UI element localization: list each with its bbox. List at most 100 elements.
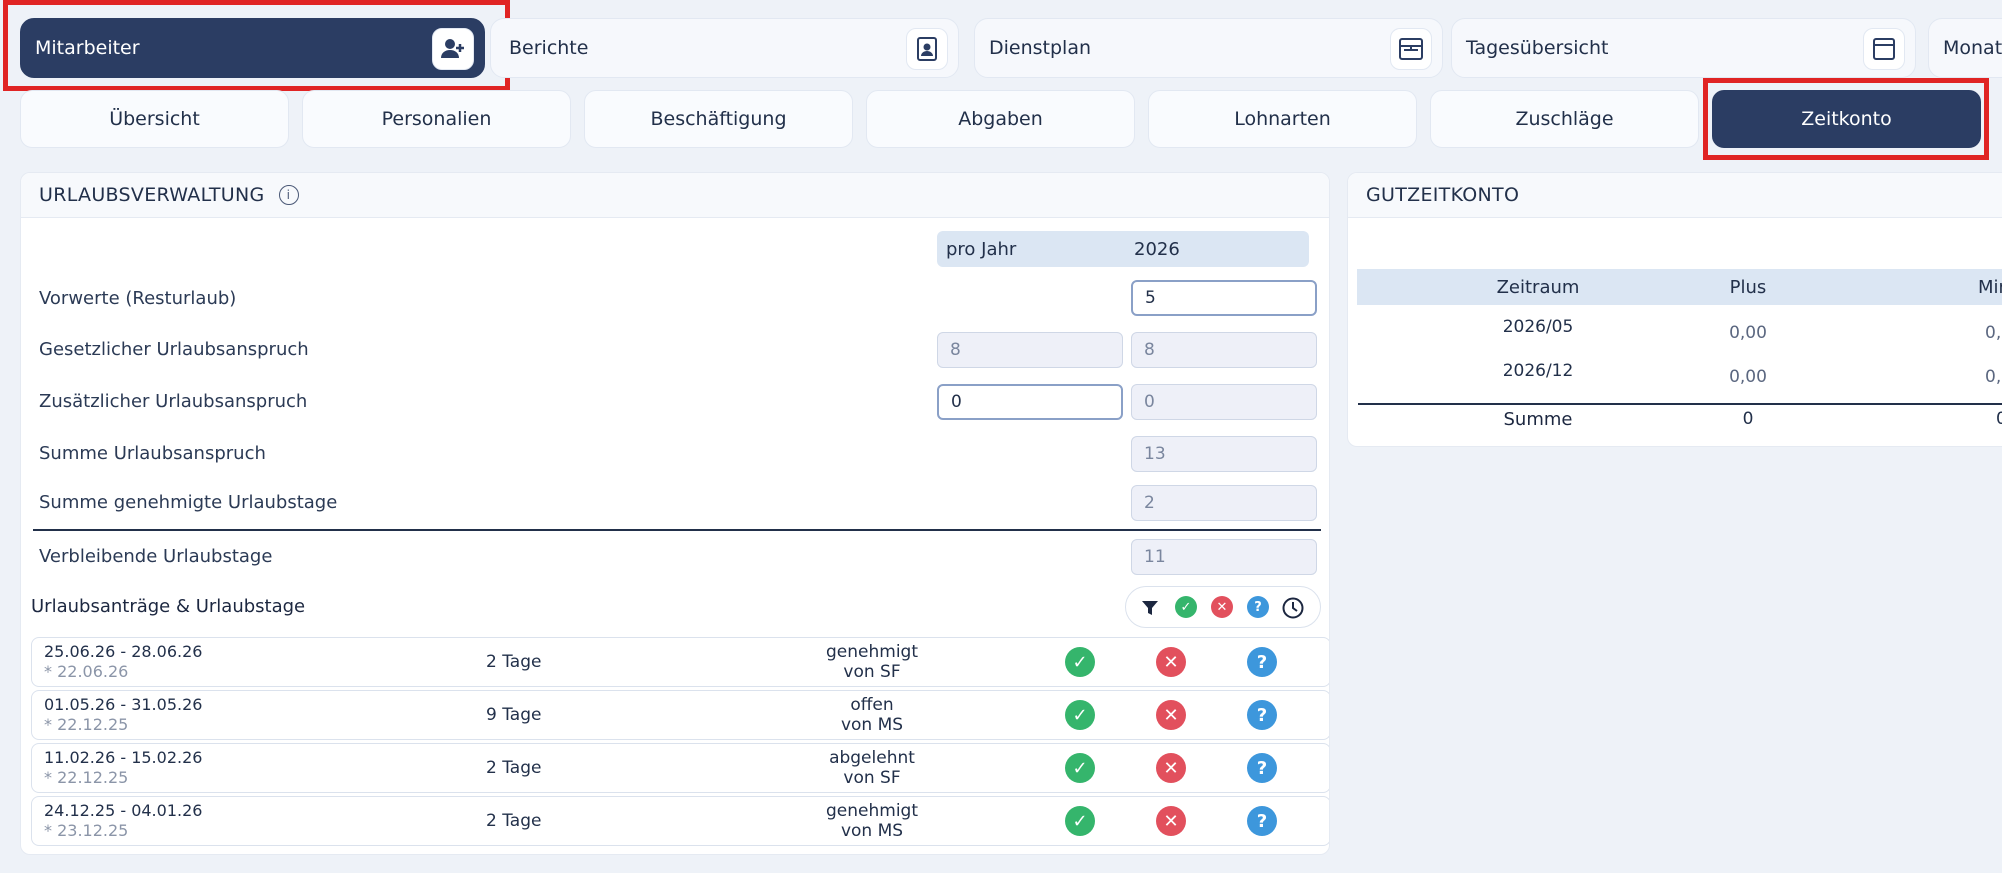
- label-vorwerte: Vorwerte (Resturlaub): [39, 288, 237, 309]
- request-created: * 22.06.26: [44, 662, 129, 681]
- tab-label: Übersicht: [109, 108, 200, 130]
- request-range: 24.12.25 - 04.01.26: [44, 801, 203, 820]
- col-minus: Min: [1978, 277, 2002, 298]
- document-user-icon: [906, 28, 948, 70]
- sum-divider: [1358, 403, 2002, 405]
- request-status: genehmigt von MS: [772, 801, 972, 841]
- nav-tagesuebersicht-label: Tagesübersicht: [1466, 37, 1609, 59]
- approve-button[interactable]: ✓: [1065, 647, 1095, 677]
- question-button[interactable]: ?: [1247, 700, 1277, 730]
- request-created: * 22.12.25: [44, 768, 129, 787]
- filter-icon[interactable]: [1140, 598, 1160, 622]
- nav-dienstplan-label: Dienstplan: [989, 37, 1092, 59]
- request-approver: von MS: [840, 821, 904, 841]
- request-dates: 11.02.26 - 15.02.26 * 22.12.25: [44, 748, 202, 788]
- tab-label: Personalien: [381, 108, 492, 130]
- vorwerte-year-input[interactable]: 5: [1131, 280, 1317, 316]
- requests-title: Urlaubsanträge & Urlaubstage: [31, 596, 306, 617]
- filter-open-icon[interactable]: ?: [1247, 596, 1269, 618]
- sum-plus: 0: [1742, 409, 1754, 429]
- nav-dienstplan[interactable]: Dienstplan: [974, 18, 1443, 78]
- approve-button[interactable]: ✓: [1065, 806, 1095, 836]
- requests-filter-bar: ✓ ✕ ?: [1125, 586, 1321, 628]
- gutzeitkonto-panel: GUTZEITKONTO Zeitraum Plus Min 2026/05 0…: [1347, 172, 2002, 447]
- sum-label: Summe: [1503, 409, 1573, 430]
- genehmigt-year-field: 2: [1131, 485, 1317, 521]
- tab-zuschlaege[interactable]: Zuschläge: [1430, 90, 1699, 148]
- info-icon[interactable]: i: [278, 185, 299, 205]
- request-status: offen von MS: [772, 695, 972, 735]
- tab-label: Abgaben: [958, 108, 1043, 130]
- request-approver: von SF: [843, 768, 901, 788]
- highlight-zeitkonto: [1703, 78, 1989, 160]
- tab-beschaeftigung[interactable]: Beschäftigung: [584, 90, 853, 148]
- plus-cell: 0,00: [1729, 323, 1767, 343]
- request-status-label: genehmigt: [826, 642, 918, 662]
- approve-button[interactable]: ✓: [1065, 753, 1095, 783]
- tab-personalien[interactable]: Personalien: [302, 90, 571, 148]
- verbleibend-year-field: 11: [1131, 539, 1317, 575]
- request-days: 2 Tage: [486, 811, 542, 831]
- minus-cell: 0,0: [1985, 367, 2002, 387]
- tab-uebersicht[interactable]: Übersicht: [20, 90, 289, 148]
- request-row[interactable]: 01.05.26 - 31.05.26 * 22.12.25 9 Tage off…: [31, 690, 1329, 740]
- schedule-icon: [1390, 28, 1432, 70]
- request-created: * 22.12.25: [44, 715, 129, 734]
- tab-label: Zuschläge: [1515, 108, 1614, 130]
- plus-cell: 0,00: [1729, 367, 1767, 387]
- label-zusaetzlich: Zusätzlicher Urlaubsanspruch: [39, 391, 308, 412]
- reject-button[interactable]: ✕: [1156, 753, 1186, 783]
- label-verbleibend: Verbleibende Urlaubstage: [39, 546, 273, 567]
- filter-approved-icon[interactable]: ✓: [1175, 596, 1197, 618]
- label-genehmigt: Summe genehmigte Urlaubstage: [39, 492, 338, 513]
- filter-rejected-icon[interactable]: ✕: [1211, 596, 1233, 618]
- nav-berichte-label: Berichte: [509, 37, 589, 59]
- column-pro-jahr: pro Jahr: [946, 239, 1017, 260]
- request-created: * 23.12.25: [44, 821, 129, 840]
- request-row[interactable]: 24.12.25 - 04.01.26 * 23.12.25 2 Tage gen…: [31, 796, 1329, 846]
- request-dates: 25.06.26 - 28.06.26 * 22.06.26: [44, 642, 202, 682]
- zusaetzlich-per-year-input[interactable]: 0: [937, 384, 1123, 420]
- panel-title: GUTZEITKONTO: [1366, 184, 1520, 206]
- nav-monatsuebersicht-label: Monatsü: [1943, 37, 2002, 59]
- nav-monatsuebersicht[interactable]: Monatsü: [1928, 18, 2002, 78]
- sum-minus: 0: [1996, 409, 2002, 429]
- request-days: 9 Tage: [486, 705, 542, 725]
- gesetzlich-per-year-field: 8: [937, 332, 1123, 368]
- label-gesetzlich: Gesetzlicher Urlaubsanspruch: [39, 339, 309, 360]
- request-status-label: genehmigt: [826, 801, 918, 821]
- question-button[interactable]: ?: [1247, 647, 1277, 677]
- approve-button[interactable]: ✓: [1065, 700, 1095, 730]
- request-approver: von MS: [840, 715, 904, 735]
- calendar-day-icon: [1863, 28, 1905, 70]
- minus-cell: 0,0: [1985, 323, 2002, 343]
- request-dates: 24.12.25 - 04.01.26 * 23.12.25: [44, 801, 202, 841]
- request-range: 11.02.26 - 15.02.26: [44, 748, 203, 767]
- label-summe: Summe Urlaubsanspruch: [39, 443, 266, 464]
- request-days: 2 Tage: [486, 652, 542, 672]
- panel-title: URLAUBSVERWALTUNG: [39, 184, 265, 206]
- divider: [33, 529, 1321, 531]
- col-plus: Plus: [1729, 277, 1767, 298]
- tab-label: Beschäftigung: [650, 108, 787, 130]
- tab-abgaben[interactable]: Abgaben: [866, 90, 1135, 148]
- gutzeitkonto-header: GUTZEITKONTO: [1348, 173, 2002, 218]
- request-dates: 01.05.26 - 31.05.26 * 22.12.25: [44, 695, 202, 735]
- reject-button[interactable]: ✕: [1156, 700, 1186, 730]
- reject-button[interactable]: ✕: [1156, 647, 1186, 677]
- tab-lohnarten[interactable]: Lohnarten: [1148, 90, 1417, 148]
- zeitraum-cell: 2026/05: [1502, 317, 1574, 337]
- highlight-mitarbeiter: [3, 0, 510, 91]
- col-zeitraum: Zeitraum: [1496, 277, 1580, 298]
- filter-clock-icon[interactable]: [1281, 596, 1305, 624]
- question-button[interactable]: ?: [1247, 806, 1277, 836]
- nav-tagesuebersicht[interactable]: Tagesübersicht: [1451, 18, 1916, 78]
- question-button[interactable]: ?: [1247, 753, 1277, 783]
- request-row[interactable]: 25.06.26 - 28.06.26 * 22.06.26 2 Tage gen…: [31, 637, 1329, 687]
- tab-label: Lohnarten: [1234, 108, 1331, 130]
- reject-button[interactable]: ✕: [1156, 806, 1186, 836]
- summe-year-field: 13: [1131, 436, 1317, 472]
- request-days: 2 Tage: [486, 758, 542, 778]
- nav-berichte[interactable]: Berichte: [490, 18, 959, 78]
- request-row[interactable]: 11.02.26 - 15.02.26 * 22.12.25 2 Tage abg…: [31, 743, 1329, 793]
